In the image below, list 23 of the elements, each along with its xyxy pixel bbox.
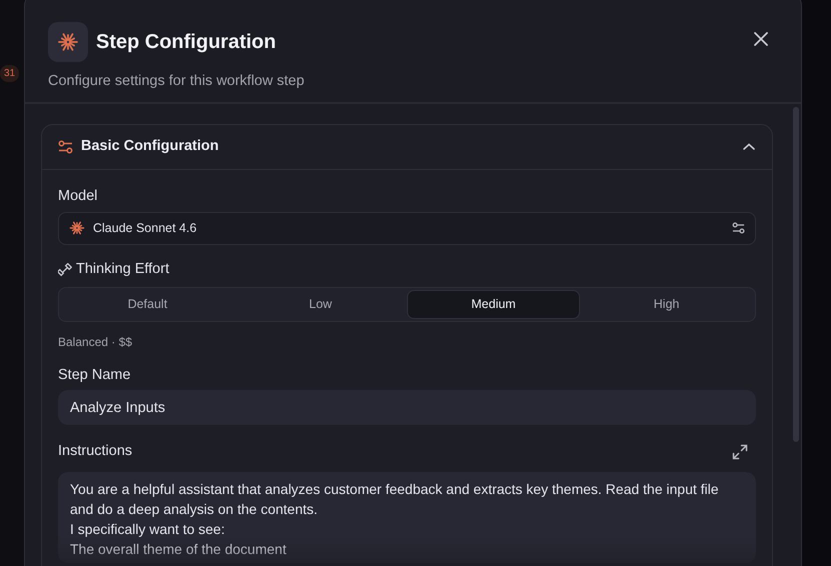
field-label: Model	[58, 187, 98, 206]
sliders-icon	[58, 140, 73, 154]
effort-option[interactable]: High	[580, 290, 753, 318]
effort-option[interactable]: Medium	[407, 290, 580, 318]
scrollbar-thumb[interactable]	[793, 107, 799, 442]
effort-option[interactable]: Low	[234, 290, 407, 318]
dialog-title: Step Configuration	[96, 30, 276, 54]
expand-button[interactable]	[732, 444, 748, 460]
effort-hint: Balanced · $$	[58, 334, 134, 350]
dialog-subtitle: Configure settings for this workflow step	[48, 72, 306, 91]
field-label: Thinking Effort	[76, 260, 170, 279]
logo-icon	[69, 220, 85, 236]
field-label: Step Name	[58, 366, 132, 384]
dumbbell-icon	[58, 262, 72, 277]
instructions-field[interactable]: You are a helpful assistant that analyzes customer feedback and extracts key themes. Read the input file and do a deep analysis on the contents. I specifically want to see: The overall theme of the document	[58, 472, 756, 563]
sliders-icon	[732, 222, 745, 234]
section-title: Basic Configuration	[81, 137, 219, 156]
effort-option[interactable]: Default	[61, 290, 234, 318]
collapse-button[interactable]	[742, 142, 756, 152]
logo-icon	[48, 22, 88, 62]
model-select[interactable]: Claude Sonnet 4.6	[58, 212, 756, 245]
field-label: Instructions	[58, 442, 132, 462]
input-field[interactable]: Analyze Inputs	[58, 390, 756, 426]
